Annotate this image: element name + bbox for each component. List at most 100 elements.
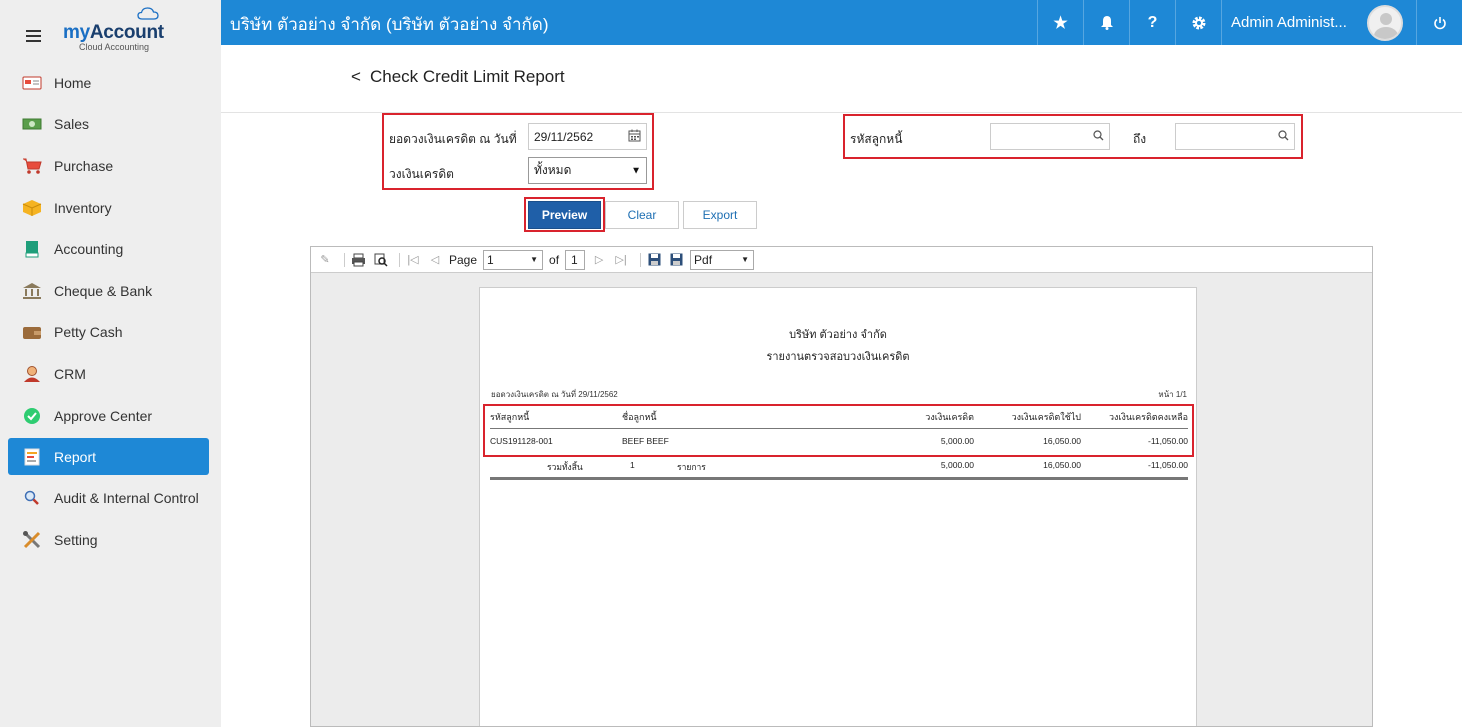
gear-icon[interactable] xyxy=(1175,0,1221,45)
star-icon[interactable]: ★ xyxy=(1037,0,1083,45)
save-icon[interactable] xyxy=(646,252,662,268)
credit-date-field[interactable]: 29/11/2562 xyxy=(528,123,647,150)
total-unit: รายการ xyxy=(677,462,706,472)
col-header-code: รหัสลูกหนี้ xyxy=(490,412,530,422)
power-icon[interactable] xyxy=(1416,0,1462,45)
sidebar-item-label: Accounting xyxy=(54,241,124,258)
credit-date-value: 29/11/2562 xyxy=(534,129,594,144)
sidebar-item-report[interactable]: Report xyxy=(8,438,209,476)
back-icon[interactable]: < xyxy=(351,67,361,87)
table-highlight xyxy=(483,404,1194,457)
home-icon xyxy=(22,73,42,93)
sidebar-item-label: Report xyxy=(54,448,97,465)
cloud-icon xyxy=(137,7,159,20)
credit-limit-value: ทั้งหมด xyxy=(534,163,572,177)
box-icon xyxy=(22,198,42,218)
chevron-down-icon: ▼ xyxy=(631,165,641,176)
page-label: Page xyxy=(449,252,478,267)
report-company: บริษัท ตัวอย่าง จำกัด xyxy=(789,329,887,341)
print-icon[interactable] xyxy=(350,252,366,268)
company-name[interactable]: บริษัท ตัวอย่าง จำกัด (บริษัท ตัวอย่าง จ… xyxy=(230,11,549,38)
total-pages-value: 1 xyxy=(571,252,578,267)
search-icon[interactable] xyxy=(1093,129,1104,144)
total-used: 16,050.00 xyxy=(1043,460,1081,470)
page-select[interactable]: 1 ▼ xyxy=(483,249,544,270)
report-page-no: หน้า 1/1 xyxy=(1158,390,1187,399)
user-menu[interactable]: Admin Administ... xyxy=(1221,0,1416,45)
money-icon xyxy=(22,114,42,134)
credit-limit-select[interactable]: ทั้งหมด ▼ xyxy=(528,157,647,184)
total-divider xyxy=(490,477,1188,480)
col-header-remaining: วงเงินเครดิตคงเหลือ xyxy=(1108,412,1188,422)
sidebar-item-approve-center[interactable]: Approve Center xyxy=(0,395,221,437)
top-icons: ★ ? Admin Administ... xyxy=(1037,0,1462,45)
row-remaining: -11,050.00 xyxy=(1147,436,1188,446)
search-icon[interactable] xyxy=(1278,129,1289,144)
row-code: CUS191128-001 xyxy=(490,436,553,446)
help-icon[interactable]: ? xyxy=(1129,0,1175,45)
bell-icon[interactable] xyxy=(1083,0,1129,45)
sidebar-item-label: Approve Center xyxy=(54,407,153,424)
customer-to-input[interactable] xyxy=(1175,123,1295,150)
sidebar-item-label: Purchase xyxy=(54,157,114,174)
book-icon xyxy=(22,239,42,259)
report-viewer: ✎ |◁ ◁ Page 1 ▼ of 1 ▷ ▷| Pdf ▼ บริษัท ต… xyxy=(310,246,1373,727)
sidebar-item-accounting[interactable]: Accounting xyxy=(0,228,221,270)
save-as-icon[interactable] xyxy=(668,252,684,268)
hamburger-menu-icon[interactable] xyxy=(26,30,41,42)
customer-code-label: รหัสลูกหนี้ xyxy=(850,132,903,146)
report-icon xyxy=(22,447,42,467)
sidebar-item-petty-cash[interactable]: Petty Cash xyxy=(0,312,221,354)
col-header-used: วงเงินเครดิตใช้ไป xyxy=(1011,412,1081,422)
total-remaining: -11,050.00 xyxy=(1147,460,1188,470)
calendar-icon[interactable] xyxy=(628,129,641,145)
sidebar-item-purchase[interactable]: Purchase xyxy=(0,145,221,187)
row-used: 16,050.00 xyxy=(1043,436,1081,446)
row-name: BEEF BEEF xyxy=(622,436,669,446)
sidebar-item-inventory[interactable]: Inventory xyxy=(0,187,221,229)
total-pages: 1 xyxy=(565,249,586,270)
export-button[interactable]: Export xyxy=(683,201,757,229)
user-name: Admin Administ... xyxy=(1231,14,1347,31)
next-page-icon[interactable]: ▷ xyxy=(591,252,607,268)
top-bar: บริษัท ตัวอย่าง จำกัด (บริษัท ตัวอย่าง จ… xyxy=(221,0,1462,45)
sidebar-item-label: Petty Cash xyxy=(54,324,123,341)
preview-button[interactable]: Preview xyxy=(528,201,601,229)
header-divider xyxy=(490,428,1188,429)
cart-icon xyxy=(22,156,42,176)
sidebar-item-label: Sales xyxy=(54,116,90,133)
tools-icon xyxy=(22,530,42,550)
to-label: ถึง xyxy=(1133,132,1147,146)
sidebar-item-home[interactable]: Home xyxy=(0,62,221,104)
clear-button[interactable]: Clear xyxy=(605,201,679,229)
sidebar-item-audit-internal-control[interactable]: Audit & Internal Control xyxy=(0,477,221,519)
report-as-of: ยอดวงเงินเครดิต ณ วันที่ 29/11/2562 xyxy=(491,390,618,399)
sidebar-item-cheque-bank[interactable]: Cheque & Bank xyxy=(0,270,221,312)
avatar[interactable] xyxy=(1366,4,1403,41)
sidebar-item-sales[interactable]: Sales xyxy=(0,104,221,146)
col-header-name: ชื่อลูกหนี้ xyxy=(622,412,657,422)
last-page-icon[interactable]: ▷| xyxy=(613,252,629,268)
logo[interactable]: myAccount Cloud Accounting xyxy=(63,7,164,52)
sidebar-item-label: Home xyxy=(54,74,92,91)
total-count: 1 xyxy=(630,460,635,470)
sidebar-item-setting[interactable]: Setting xyxy=(0,519,221,561)
print-preview-icon[interactable] xyxy=(372,252,388,268)
page-value: 1 xyxy=(487,252,494,267)
customer-from-input[interactable] xyxy=(990,123,1110,150)
prev-page-icon[interactable]: ◁ xyxy=(427,252,443,268)
sidebar-item-label: Cheque & Bank xyxy=(54,282,153,299)
sidebar-item-label: CRM xyxy=(54,365,86,382)
row-limit: 5,000.00 xyxy=(940,436,974,446)
edit-icon[interactable]: ✎ xyxy=(317,252,333,268)
sidebar-item-crm[interactable]: CRM xyxy=(0,353,221,395)
wallet-icon xyxy=(22,322,42,342)
logo-name: Account xyxy=(89,22,164,43)
page-header: < Check Credit Limit Report xyxy=(221,45,1462,113)
sidebar-item-label: Setting xyxy=(54,531,98,548)
format-select[interactable]: Pdf ▼ xyxy=(690,249,755,270)
total-limit: 5,000.00 xyxy=(940,460,974,470)
first-page-icon[interactable]: |◁ xyxy=(405,252,421,268)
magnifier-icon xyxy=(22,488,42,508)
brand: myAccount Cloud Accounting xyxy=(0,0,221,65)
